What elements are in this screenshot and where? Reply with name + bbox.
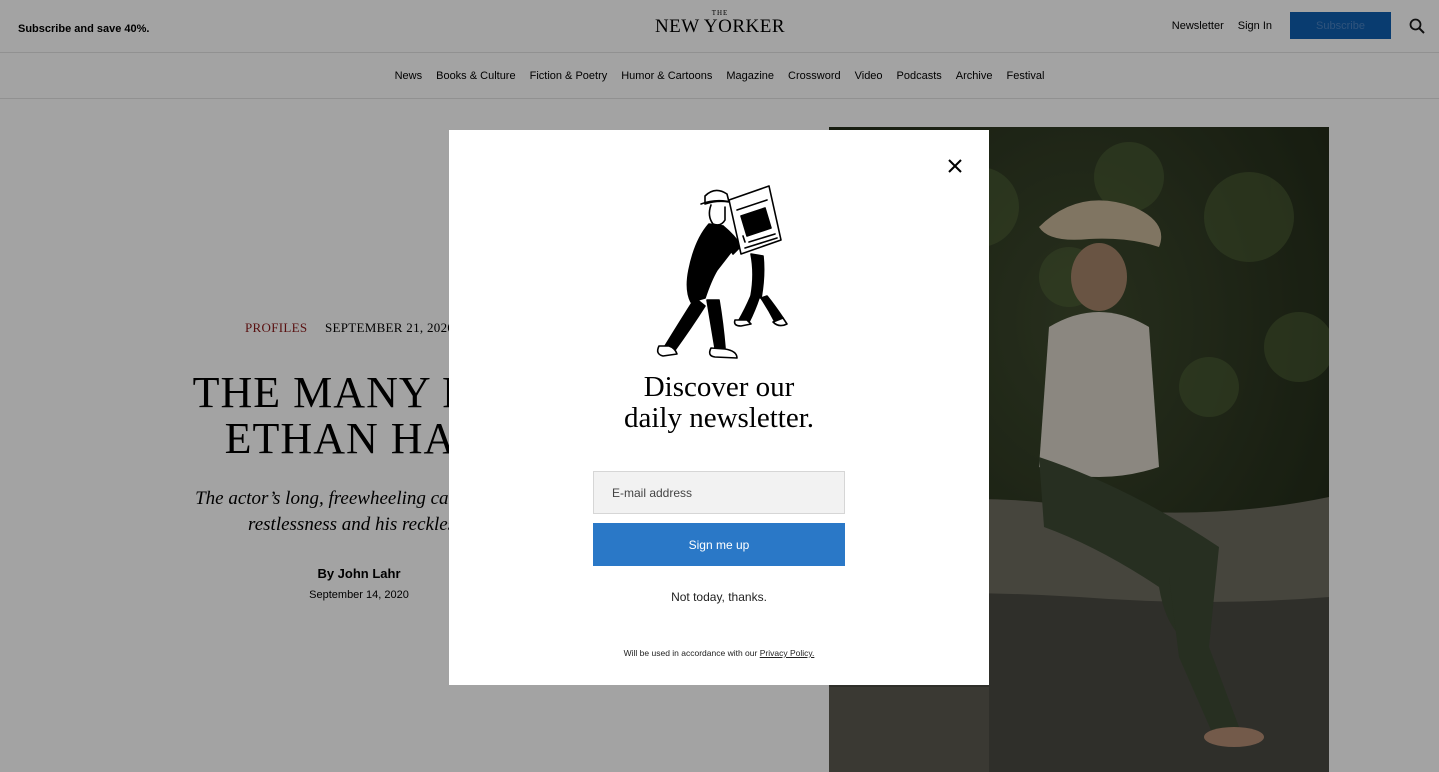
not-today-link[interactable]: Not today, thanks. bbox=[619, 590, 819, 604]
modal-title: Discover our daily newsletter. bbox=[449, 372, 989, 434]
sign-me-up-button[interactable]: Sign me up bbox=[593, 523, 845, 566]
modal-title-line-1: Discover our bbox=[643, 371, 795, 403]
privacy-notice-text: Will be used in accordance with our bbox=[623, 648, 758, 658]
newsletter-modal: Discover our daily newsletter. Sign me u… bbox=[449, 130, 989, 685]
email-field[interactable] bbox=[593, 471, 845, 514]
newspaper-reader-illustration bbox=[645, 180, 795, 362]
modal-title-line-2: daily newsletter. bbox=[623, 402, 815, 434]
privacy-notice: Will be used in accordance with our Priv… bbox=[449, 648, 989, 658]
close-icon[interactable] bbox=[943, 154, 967, 178]
privacy-policy-link[interactable]: Privacy Policy. bbox=[760, 648, 815, 658]
